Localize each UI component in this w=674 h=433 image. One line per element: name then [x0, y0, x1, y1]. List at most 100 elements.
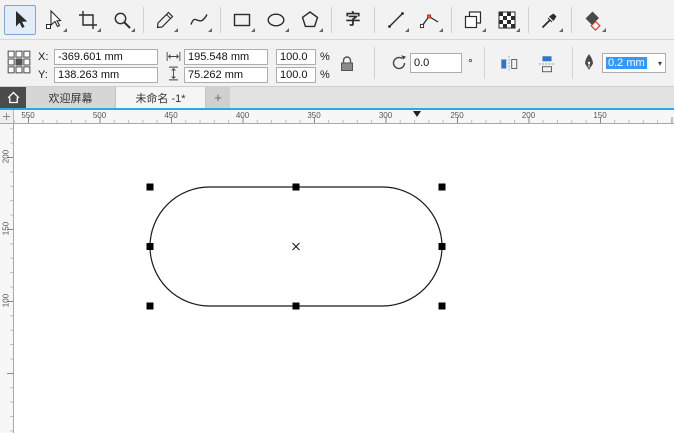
hruler-label: 200 [521, 111, 536, 120]
curve-squiggle-icon [190, 13, 208, 25]
pick-arrow-icon [16, 10, 28, 28]
duplicate-tool-button[interactable] [457, 5, 489, 35]
polyline-tool-button[interactable] [414, 5, 446, 35]
mirror-vertical-icon [538, 56, 556, 73]
selection-handle[interactable] [292, 302, 300, 310]
flyout-arrow-icon [516, 27, 520, 32]
toolbox: 字 [0, 0, 674, 40]
ruler-origin-icon [2, 112, 11, 121]
hruler-label: 400 [235, 111, 250, 120]
transparency-tool-button[interactable] [491, 5, 523, 35]
lock-ratio-icon [341, 56, 353, 71]
shape-tool-icon [46, 9, 62, 29]
propbar-separator [572, 47, 573, 79]
hruler-label: 300 [378, 111, 393, 120]
object-width-input[interactable] [184, 49, 268, 65]
flyout-arrow-icon [208, 27, 212, 32]
toolbar-separator [220, 6, 221, 33]
hruler-label: 450 [164, 111, 178, 120]
new-document-tab-button[interactable]: + [206, 87, 230, 108]
hruler-label: 500 [92, 111, 107, 120]
outline-width-combobox[interactable]: 0.2 mm ▾ [602, 53, 666, 73]
chevron-down-icon: ▾ [657, 58, 662, 68]
flyout-arrow-icon [174, 27, 178, 32]
polyline-nodes-icon [419, 14, 439, 28]
zoom-magnifier-icon [114, 12, 131, 29]
rotation-angle-input[interactable] [410, 53, 462, 73]
selection-handle[interactable] [438, 302, 446, 310]
hruler-label: 350 [307, 111, 321, 120]
selection-handle[interactable] [146, 302, 154, 310]
origin-grid-icon[interactable] [6, 49, 32, 75]
scale-x-input[interactable] [276, 49, 316, 65]
drawing-canvas[interactable] [14, 124, 674, 433]
degree-symbol-label: ° [468, 56, 473, 70]
polygon-tool-button[interactable] [294, 5, 326, 35]
overlapping-squares-icon [464, 10, 482, 28]
text-tool-button[interactable]: 字 [337, 5, 369, 35]
width-icon [166, 51, 181, 62]
propbar-separator [484, 47, 485, 79]
flyout-arrow-icon [602, 27, 606, 32]
zoom-tool-button[interactable] [106, 5, 138, 35]
flyout-arrow-icon [63, 27, 67, 32]
rotate-icon [390, 54, 408, 72]
ellipse-icon [267, 12, 285, 27]
hruler-label: 250 [450, 111, 464, 120]
y-position-label: Y: [38, 69, 48, 81]
vruler-label: 200 [1, 149, 11, 164]
x-position-input[interactable] [54, 49, 158, 65]
mirror-horizontal-button[interactable] [498, 53, 520, 75]
property-bar: X: Y: % % ° [0, 40, 674, 87]
object-height-input[interactable] [184, 67, 268, 83]
crop-tool-button[interactable] [72, 5, 104, 35]
text-icon: 字 [345, 11, 361, 28]
toolbar-separator [571, 6, 572, 33]
scale-y-input[interactable] [276, 67, 316, 83]
flyout-arrow-icon [97, 27, 101, 32]
document-tab-bar: 欢迎屏幕 未命名 -1* + [0, 87, 674, 108]
toolbar-separator [331, 6, 332, 33]
vertical-ruler[interactable]: 200 150 100 [0, 124, 14, 433]
ellipse-tool-button[interactable] [260, 5, 292, 35]
eyedropper-icon [541, 13, 557, 28]
hruler-label: 550 [21, 111, 35, 120]
selection-handle[interactable] [438, 183, 446, 191]
straight-line-icon [388, 11, 404, 28]
eyedropper-tool-button[interactable] [534, 5, 566, 35]
shape-tool-button[interactable] [38, 5, 70, 35]
flyout-arrow-icon [319, 27, 323, 32]
toolbar-separator [143, 6, 144, 33]
hruler-label: 150 [593, 111, 607, 120]
lock-ratio-button[interactable] [336, 53, 358, 75]
bspline-tool-button[interactable] [183, 5, 215, 35]
mirror-vertical-button[interactable] [536, 53, 558, 75]
ruler-cursor-marker-icon [413, 111, 421, 117]
rectangle-tool-button[interactable] [226, 5, 258, 35]
tab-untitled-document[interactable]: 未命名 -1* [116, 87, 206, 108]
tab-welcome-screen[interactable]: 欢迎屏幕 [26, 87, 116, 108]
percent-label: % [320, 69, 330, 81]
y-position-input[interactable] [54, 67, 158, 83]
rectangle-icon [233, 13, 251, 26]
checkerboard-icon [498, 11, 516, 28]
home-icon [7, 91, 19, 104]
flyout-arrow-icon [405, 27, 409, 32]
selection-handle[interactable] [438, 243, 446, 250]
fill-tool-button[interactable] [577, 5, 609, 35]
flyout-arrow-icon [482, 27, 486, 32]
ruler-origin-corner[interactable] [0, 110, 14, 124]
selection-handle[interactable] [146, 183, 154, 191]
vruler-label: 150 [1, 221, 11, 236]
outline-pen-icon [582, 53, 596, 71]
selection-handle[interactable] [292, 183, 300, 191]
home-button[interactable] [0, 87, 26, 108]
flyout-arrow-icon [559, 27, 563, 32]
percent-label: % [320, 51, 330, 63]
freehand-tool-button[interactable] [149, 5, 181, 35]
horizontal-ruler[interactable]: 550 500 450 400 350 300 250 200 150 [0, 110, 674, 124]
pick-tool-button[interactable] [4, 4, 36, 35]
line-tool-button[interactable] [380, 5, 412, 35]
selection-handle[interactable] [146, 243, 154, 250]
flyout-arrow-icon [251, 27, 255, 32]
